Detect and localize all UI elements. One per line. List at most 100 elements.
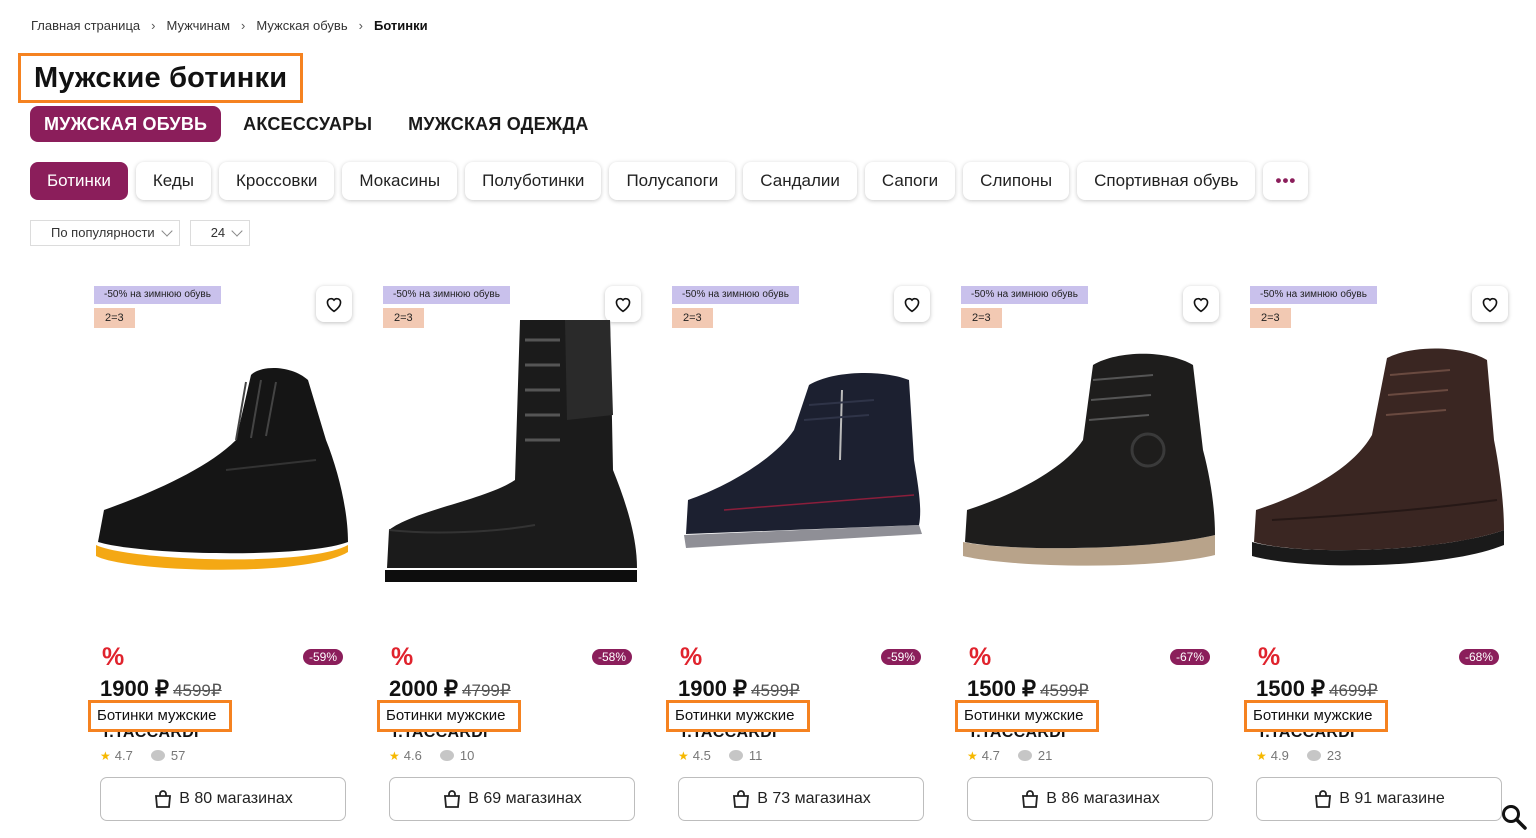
heart-icon bbox=[615, 297, 631, 313]
current-price: 1500 ₽ bbox=[967, 676, 1037, 701]
product-image[interactable] bbox=[953, 320, 1219, 610]
chip-sport-shoes[interactable]: Спортивная обувь bbox=[1077, 162, 1256, 200]
chevron-right-icon: › bbox=[151, 18, 156, 33]
price: 1900 ₽4599₽ bbox=[100, 676, 222, 702]
product-image[interactable] bbox=[664, 320, 930, 610]
comment-icon bbox=[150, 750, 165, 761]
shopping-bag-icon bbox=[444, 790, 461, 808]
product-card[interactable]: -50% на зимнюю обувь 2=3 % -59% 1900 ₽45… bbox=[666, 280, 942, 830]
chip-sneakers[interactable]: Кеды bbox=[135, 162, 211, 200]
current-price: 1900 ₽ bbox=[678, 676, 748, 701]
favorite-button[interactable] bbox=[1472, 286, 1508, 322]
store-availability-button[interactable]: В 80 магазинах bbox=[100, 777, 346, 821]
store-availability-label: В 80 магазинах bbox=[179, 790, 293, 807]
chip-half-boots[interactable]: Полусапоги bbox=[609, 162, 736, 200]
sale-percent-icon: % bbox=[1258, 643, 1281, 671]
product-card[interactable]: -50% на зимнюю обувь 2=3 % -59% 1900 ₽45… bbox=[88, 280, 364, 830]
price: 2000 ₽4799₽ bbox=[389, 676, 511, 702]
sale-percent-icon: % bbox=[102, 643, 125, 671]
store-availability-label: В 91 магазине bbox=[1339, 790, 1445, 807]
store-availability-label: В 69 магазинах bbox=[468, 790, 582, 807]
rating-value: 4.7 bbox=[114, 748, 133, 763]
page-title: Мужские ботинки bbox=[18, 53, 304, 103]
shopping-bag-icon bbox=[155, 790, 172, 808]
promo-badge: -50% на зимнюю обувь bbox=[94, 286, 221, 304]
chip-low-boots[interactable]: Полуботинки bbox=[465, 162, 602, 200]
star-icon: ★ bbox=[678, 748, 689, 763]
heart-icon bbox=[326, 297, 342, 313]
old-price: 4599₽ bbox=[1040, 681, 1089, 700]
chip-boots[interactable]: Ботинки bbox=[30, 162, 128, 200]
chevron-right-icon: › bbox=[358, 18, 363, 33]
chevron-down-icon bbox=[231, 224, 243, 237]
store-availability-button[interactable]: В 86 магазинах bbox=[967, 777, 1213, 821]
product-image[interactable] bbox=[86, 320, 352, 610]
per-page-select[interactable]: 24 bbox=[189, 220, 251, 246]
product-card[interactable]: -50% на зимнюю обувь 2=3 % -67% 1500 ₽45… bbox=[955, 280, 1231, 830]
more-chips-button[interactable]: ••• bbox=[1263, 162, 1309, 200]
review-count: 11 bbox=[748, 748, 763, 763]
store-availability-button[interactable]: В 73 магазинах bbox=[678, 777, 924, 821]
favorite-button[interactable] bbox=[316, 286, 352, 322]
old-price: 4599₽ bbox=[173, 681, 222, 700]
product-card[interactable]: -50% на зимнюю обувь 2=3 % -58% 2000 ₽47… bbox=[377, 280, 653, 830]
sort-select[interactable]: По популярности bbox=[30, 220, 180, 246]
search-icon[interactable] bbox=[1500, 803, 1528, 831]
store-availability-button[interactable]: В 91 магазине bbox=[1256, 777, 1502, 821]
old-price: 4599₽ bbox=[751, 681, 800, 700]
chip-slip-ons[interactable]: Слипоны bbox=[963, 162, 1070, 200]
sort-bar: По популярности 24 bbox=[30, 220, 260, 246]
favorite-button[interactable] bbox=[894, 286, 930, 322]
price: 1500 ₽4599₽ bbox=[967, 676, 1089, 702]
heart-icon bbox=[1193, 297, 1209, 313]
old-price: 4799₽ bbox=[462, 681, 511, 700]
rating-row: ★ 4.6 10 bbox=[389, 748, 474, 763]
rating-row: ★ 4.7 21 bbox=[967, 748, 1052, 763]
comment-icon bbox=[1017, 750, 1032, 761]
heart-icon bbox=[1482, 297, 1498, 313]
promo-badge: -50% на зимнюю обувь bbox=[961, 286, 1088, 304]
subcategory-chips: Ботинки Кеды Кроссовки Мокасины Полуботи… bbox=[30, 162, 1316, 200]
breadcrumb-men-shoes[interactable]: Мужская обувь bbox=[256, 18, 347, 33]
breadcrumb-home[interactable]: Главная страница bbox=[31, 18, 140, 33]
comment-icon bbox=[728, 750, 743, 761]
product-image[interactable] bbox=[375, 320, 641, 610]
tab-mens-clothing[interactable]: МУЖСКАЯ ОДЕЖДА bbox=[394, 106, 602, 142]
rating-row: ★ 4.5 11 bbox=[678, 748, 762, 763]
product-card[interactable]: -50% на зимнюю обувь 2=3 % -68% 1500 ₽46… bbox=[1244, 280, 1520, 830]
tab-mens-shoes[interactable]: МУЖСКАЯ ОБУВЬ bbox=[30, 106, 222, 142]
heart-icon bbox=[904, 297, 920, 313]
store-availability-label: В 73 магазинах bbox=[757, 790, 871, 807]
breadcrumb-current: Ботинки bbox=[373, 18, 428, 33]
product-image[interactable] bbox=[1242, 320, 1508, 610]
rating-value: 4.6 bbox=[403, 748, 422, 763]
breadcrumb-men[interactable]: Мужчинам bbox=[166, 18, 230, 33]
tab-accessories[interactable]: АКСЕССУАРЫ bbox=[229, 106, 386, 142]
chip-trainers[interactable]: Кроссовки bbox=[218, 162, 335, 200]
price: 1900 ₽4599₽ bbox=[678, 676, 800, 702]
favorite-button[interactable] bbox=[1183, 286, 1219, 322]
rating-value: 4.9 bbox=[1270, 748, 1289, 763]
favorite-button[interactable] bbox=[605, 286, 641, 322]
promo-badge: -50% на зимнюю обувь bbox=[1250, 286, 1377, 304]
product-name[interactable]: Ботинки мужские bbox=[666, 700, 811, 732]
product-name[interactable]: Ботинки мужские bbox=[955, 700, 1100, 732]
product-name[interactable]: Ботинки мужские bbox=[377, 700, 522, 732]
comment-icon bbox=[439, 750, 454, 761]
current-price: 1500 ₽ bbox=[1256, 676, 1326, 701]
shopping-bag-icon bbox=[733, 790, 750, 808]
rating-value: 4.7 bbox=[981, 748, 1000, 763]
review-count: 10 bbox=[459, 748, 475, 763]
chip-sandals[interactable]: Сандалии bbox=[743, 162, 857, 200]
comment-icon bbox=[1306, 750, 1321, 761]
chevron-right-icon: › bbox=[241, 18, 246, 33]
store-availability-button[interactable]: В 69 магазинах bbox=[389, 777, 635, 821]
chip-moccasins[interactable]: Мокасины bbox=[342, 162, 458, 200]
product-name[interactable]: Ботинки мужские bbox=[1244, 700, 1389, 732]
sort-select-value: По популярности bbox=[51, 225, 155, 240]
chip-high-boots[interactable]: Сапоги bbox=[864, 162, 956, 200]
rating-row: ★ 4.7 57 bbox=[100, 748, 185, 763]
product-name[interactable]: Ботинки мужские bbox=[88, 700, 233, 732]
per-page-value: 24 bbox=[210, 225, 226, 240]
star-icon: ★ bbox=[967, 748, 978, 763]
